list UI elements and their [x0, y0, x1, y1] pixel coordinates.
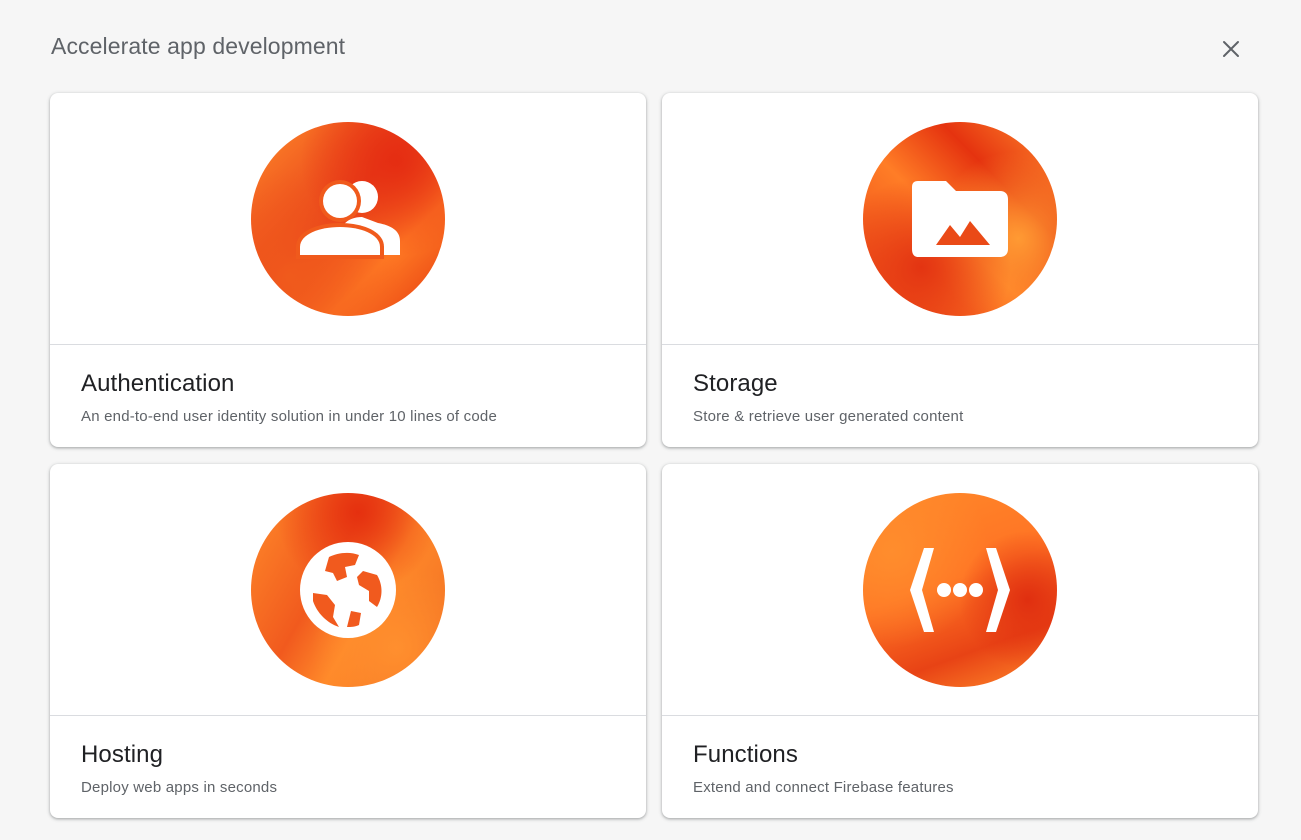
card-media	[50, 464, 646, 716]
folder-image-icon	[912, 180, 1008, 257]
functions-icon	[910, 547, 1010, 632]
card-body: Hosting Deploy web apps in seconds	[50, 716, 646, 798]
card-media	[662, 464, 1258, 716]
close-button[interactable]	[1212, 30, 1250, 68]
card-title: Hosting	[81, 741, 164, 768]
card-description: Extend and connect Firebase features	[693, 779, 954, 796]
functions-card[interactable]: Functions Extend and connect Firebase fe…	[662, 464, 1258, 818]
card-description: Store & retrieve user generated content	[693, 408, 964, 425]
card-title: Functions	[693, 741, 798, 768]
card-icon-circle	[251, 492, 445, 687]
card-description: Deploy web apps in seconds	[81, 779, 278, 796]
globe-icon	[300, 541, 396, 638]
card-title: Storage	[693, 370, 778, 397]
card-icon-circle	[863, 121, 1057, 316]
card-body: Authentication An end-to-end user identi…	[50, 345, 646, 427]
card-icon-circle	[863, 492, 1057, 687]
card-title: Authentication	[81, 370, 235, 397]
people-icon	[296, 179, 400, 259]
close-icon	[1223, 41, 1239, 57]
accelerate-app-development-panel: Accelerate app development Authenticatio…	[0, 0, 1301, 840]
card-body: Storage Store & retrieve user generated …	[662, 345, 1258, 427]
panel-title: Accelerate app development	[51, 33, 346, 59]
card-media	[662, 93, 1258, 345]
card-icon-circle	[251, 121, 445, 316]
authentication-card[interactable]: Authentication An end-to-end user identi…	[50, 93, 646, 447]
card-media	[50, 93, 646, 345]
hosting-card[interactable]: Hosting Deploy web apps in seconds	[50, 464, 646, 818]
card-description: An end-to-end user identity solution in …	[81, 408, 497, 425]
storage-card[interactable]: Storage Store & retrieve user generated …	[662, 93, 1258, 447]
card-body: Functions Extend and connect Firebase fe…	[662, 716, 1258, 798]
product-card-grid: Authentication An end-to-end user identi…	[50, 93, 1258, 818]
